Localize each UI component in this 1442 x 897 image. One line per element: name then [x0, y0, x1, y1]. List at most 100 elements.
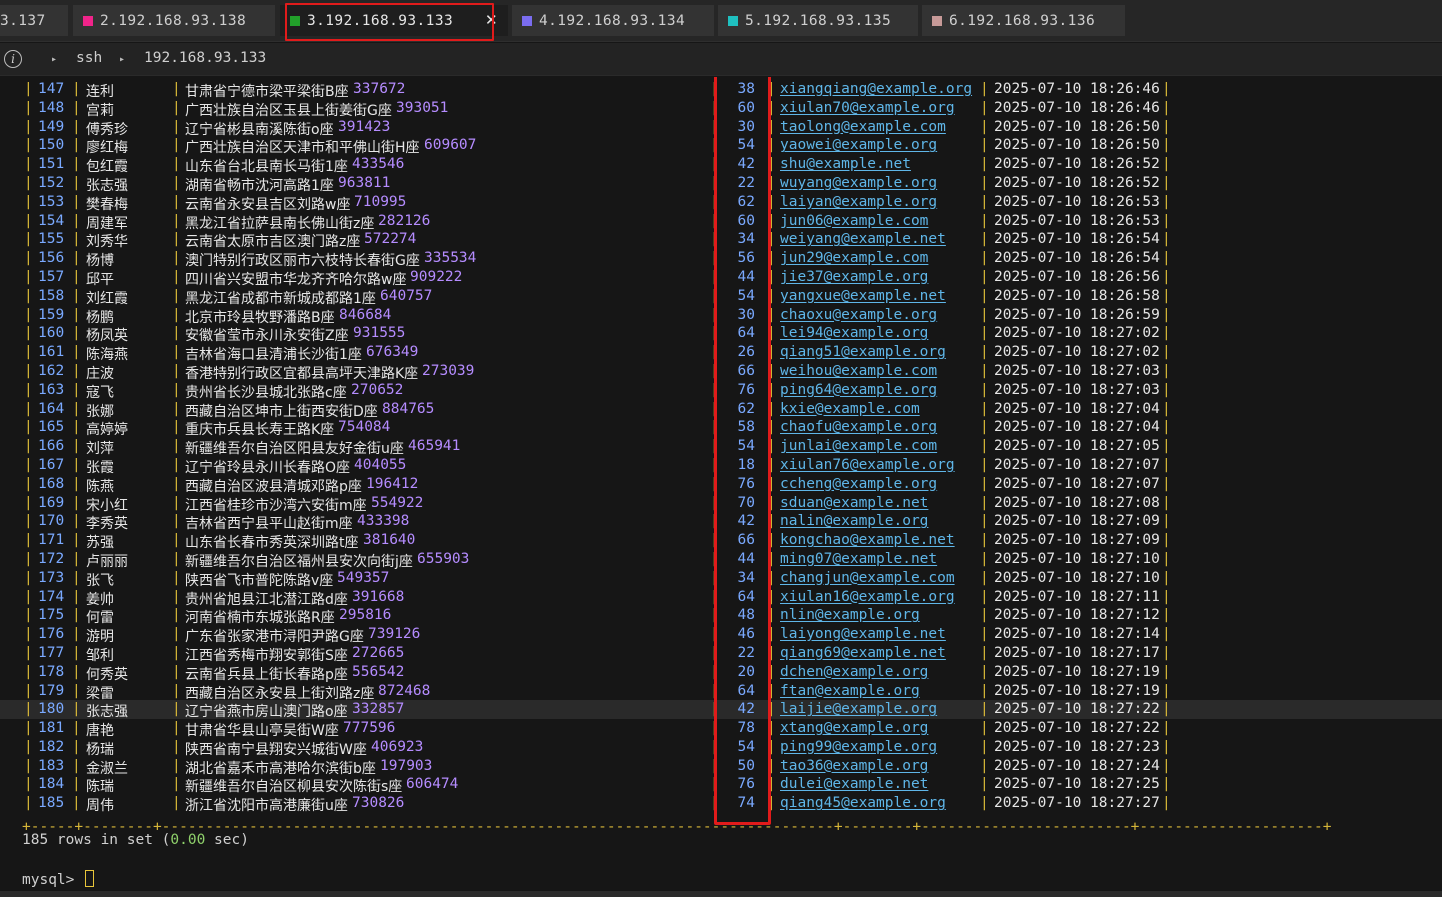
- column-separator: |: [72, 494, 81, 511]
- tab-color-swatch: [932, 15, 942, 26]
- cell-email[interactable]: xiulan76@example.org: [780, 457, 955, 473]
- column-separator: |: [1162, 494, 1171, 511]
- column-separator: |: [1162, 588, 1171, 605]
- cell-email[interactable]: jun06@example.com: [780, 213, 928, 229]
- cell-id: 176: [38, 626, 65, 643]
- cell-email[interactable]: changjun@example.com: [780, 570, 955, 586]
- info-icon[interactable]: i: [4, 50, 22, 68]
- cell-id: 155: [38, 231, 65, 248]
- cell-timestamp: 2025-07-10 18:26:50: [994, 118, 1160, 135]
- cell-email[interactable]: yaowei@example.org: [780, 137, 937, 153]
- cell-email[interactable]: ming07@example.net: [780, 551, 937, 567]
- column-separator: |: [980, 494, 989, 511]
- cell-email[interactable]: chaoxu@example.org: [780, 307, 937, 323]
- cell-email[interactable]: jun29@example.com: [780, 250, 928, 266]
- cell-email[interactable]: ping99@example.org: [780, 739, 937, 755]
- cell-email[interactable]: tao36@example.org: [780, 758, 928, 774]
- cell-email[interactable]: qiang45@example.org: [780, 795, 946, 811]
- cell-email[interactable]: dchen@example.org: [780, 664, 928, 680]
- column-separator: |: [72, 438, 81, 455]
- column-separator: |: [172, 193, 181, 210]
- column-separator: |: [72, 663, 81, 680]
- cell-email[interactable]: jie37@example.org: [780, 269, 928, 285]
- cell-email[interactable]: chaofu@example.org: [780, 419, 937, 435]
- cell-email[interactable]: taolong@example.com: [780, 119, 946, 135]
- cell-email[interactable]: xiangqiang@example.org: [780, 81, 972, 97]
- column-separator: |: [1162, 118, 1171, 135]
- cell-timestamp: 2025-07-10 18:26:52: [994, 174, 1160, 191]
- cell-id: 184: [38, 776, 65, 793]
- column-separator: |: [172, 569, 181, 586]
- cell-email[interactable]: ftan@example.org: [780, 683, 920, 699]
- tab-session-6[interactable]: 6.192.168.93.136: [922, 5, 1125, 36]
- cell-postcode: 739126: [368, 626, 421, 643]
- cell-email[interactable]: qiang69@example.net: [780, 645, 946, 661]
- column-separator: |: [172, 362, 181, 379]
- path-segment-host[interactable]: 192.168.93.133: [144, 50, 266, 66]
- cell-timestamp: 2025-07-10 18:27:09: [994, 532, 1160, 549]
- cell-email[interactable]: lei94@example.org: [780, 325, 928, 341]
- cell-email[interactable]: xtang@example.org: [780, 720, 928, 736]
- cell-email[interactable]: shu@example.net: [780, 156, 911, 172]
- cell-email[interactable]: junlai@example.com: [780, 438, 937, 454]
- path-segment-protocol[interactable]: ssh: [76, 50, 102, 66]
- tab-color-swatch: [83, 15, 93, 26]
- cell-email[interactable]: weihou@example.com: [780, 363, 937, 379]
- cell-email[interactable]: laiyong@example.net: [780, 626, 946, 642]
- column-separator: |: [1162, 306, 1171, 323]
- column-separator: |: [172, 325, 181, 342]
- column-separator: |: [24, 118, 33, 135]
- cell-email[interactable]: laiyan@example.org: [780, 194, 937, 210]
- cell-email[interactable]: kxie@example.com: [780, 401, 920, 417]
- cell-email[interactable]: xiulan70@example.org: [780, 100, 955, 116]
- cell-postcode: 295816: [339, 607, 392, 624]
- column-separator: |: [980, 287, 989, 304]
- cell-id: 169: [38, 494, 65, 511]
- column-separator: |: [980, 644, 989, 661]
- column-separator: |: [72, 757, 81, 774]
- active-tab-highlight-box: [285, 3, 494, 41]
- tab-session-4[interactable]: 4.192.168.93.134: [512, 5, 714, 36]
- cell-id: 157: [38, 268, 65, 285]
- cell-id: 165: [38, 419, 65, 436]
- tab-color-swatch: [522, 15, 532, 26]
- cell-id: 183: [38, 757, 65, 774]
- column-separator: |: [72, 250, 81, 267]
- cell-email[interactable]: dulei@example.net: [780, 776, 928, 792]
- cell-email[interactable]: weiyang@example.net: [780, 231, 946, 247]
- tab-session-2[interactable]: 2.192.168.93.138: [73, 5, 275, 36]
- cell-email[interactable]: ccheng@example.org: [780, 476, 937, 492]
- command-prompt[interactable]: mysql>: [22, 870, 95, 888]
- cell-email[interactable]: kongchao@example.net: [780, 532, 955, 548]
- column-separator: |: [1162, 456, 1171, 473]
- terminal-output[interactable]: | | | | | | | 147 连利 甘肃省宁德市梁平梁街B座 337672 38 xiangqia…: [0, 77, 1442, 891]
- column-separator: |: [1162, 250, 1171, 267]
- cell-email[interactable]: laijie@example.org: [780, 701, 937, 717]
- column-separator: |: [1162, 231, 1171, 248]
- cell-timestamp: 2025-07-10 18:27:03: [994, 381, 1160, 398]
- cell-email[interactable]: xiulan16@example.org: [780, 589, 955, 605]
- cell-email[interactable]: wuyang@example.org: [780, 175, 937, 191]
- column-separator: |: [24, 268, 33, 285]
- cell-timestamp: 2025-07-10 18:27:17: [994, 644, 1160, 661]
- cell-id: 153: [38, 193, 65, 210]
- column-separator: |: [24, 494, 33, 511]
- cell-email[interactable]: qiang51@example.org: [780, 344, 946, 360]
- tab-session-5[interactable]: 5.192.168.93.135: [718, 5, 918, 36]
- tab-session-1[interactable]: 3.137: [0, 5, 68, 36]
- cell-postcode: 335534: [424, 250, 477, 267]
- cell-email[interactable]: sduan@example.net: [780, 495, 928, 511]
- column-separator: |: [24, 381, 33, 398]
- cell-email[interactable]: ping64@example.org: [780, 382, 937, 398]
- column-separator: |: [1162, 532, 1171, 549]
- cell-postcode: 391668: [352, 588, 405, 605]
- column-separator: |: [172, 212, 181, 229]
- column-separator: |: [172, 494, 181, 511]
- column-separator: |: [24, 720, 33, 737]
- cell-postcode: 404055: [354, 456, 407, 473]
- cell-email[interactable]: nalin@example.org: [780, 513, 928, 529]
- column-separator: |: [24, 569, 33, 586]
- column-separator: |: [172, 682, 181, 699]
- cell-email[interactable]: nlin@example.org: [780, 607, 920, 623]
- cell-email[interactable]: yangxue@example.net: [780, 288, 946, 304]
